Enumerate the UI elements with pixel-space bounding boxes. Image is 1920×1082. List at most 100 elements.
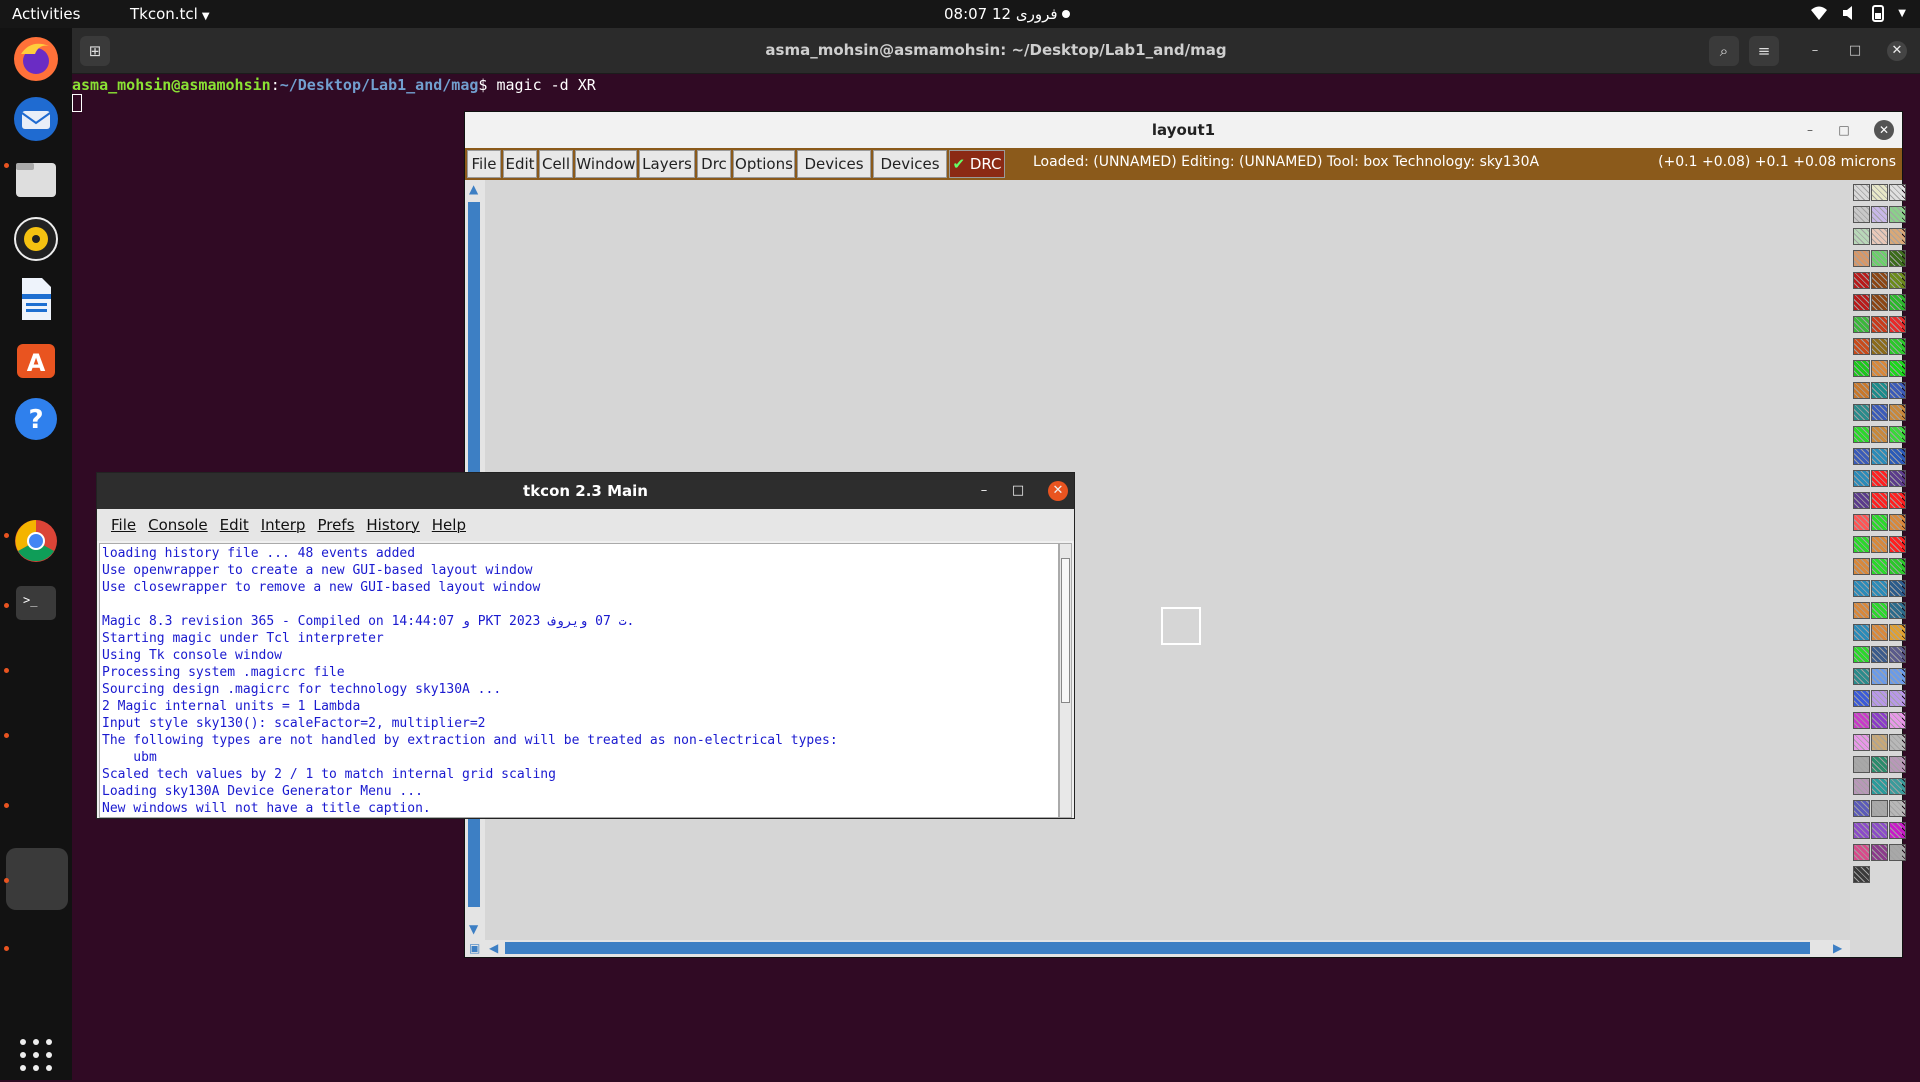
layer-swatch[interactable]	[1853, 536, 1870, 553]
layer-swatch[interactable]	[1871, 712, 1888, 729]
layer-swatch[interactable]	[1889, 646, 1906, 663]
layer-swatch[interactable]	[1853, 338, 1870, 355]
tkcon-console-output[interactable]: loading history file ... 48 events added…	[99, 543, 1059, 818]
minimize-button[interactable]: –	[974, 481, 994, 501]
thunderbird-icon[interactable]	[11, 94, 61, 144]
terminal-prompt-line[interactable]: asma_mohsin@asmamohsin:~/Desktop/Lab1_an…	[72, 76, 596, 94]
menu-layers[interactable]: Layers	[639, 150, 695, 178]
layer-swatch[interactable]	[1889, 316, 1906, 333]
layer-swatch[interactable]	[1871, 426, 1888, 443]
layer-swatch[interactable]	[1889, 514, 1906, 531]
rhythmbox-icon[interactable]	[11, 214, 61, 264]
layer-swatch[interactable]	[1889, 668, 1906, 685]
layer-swatch[interactable]	[1871, 228, 1888, 245]
layer-swatch[interactable]	[1853, 800, 1870, 817]
layer-swatch[interactable]	[1889, 272, 1906, 289]
minimize-button[interactable]: –	[1800, 120, 1820, 140]
layer-swatch[interactable]	[1853, 448, 1870, 465]
layer-swatch[interactable]	[1889, 624, 1906, 641]
layer-swatch[interactable]	[1853, 470, 1870, 487]
layer-swatch[interactable]	[1871, 382, 1888, 399]
horizontal-scrollbar[interactable]: ▣ ◀ ▶	[465, 940, 1850, 957]
layer-swatch[interactable]	[1871, 316, 1888, 333]
layer-swatch[interactable]	[1871, 756, 1888, 773]
layer-swatch[interactable]	[1871, 822, 1888, 839]
layer-swatch[interactable]	[1871, 206, 1888, 223]
layout-title-bar[interactable]: layout1 – □ ✕	[465, 112, 1902, 148]
tkcon-title-bar[interactable]: tkcon 2.3 Main – □ ✕	[97, 473, 1074, 509]
menu-devices-1[interactable]: Devices 1	[797, 150, 871, 199]
layer-swatch[interactable]	[1889, 558, 1906, 575]
close-button[interactable]: ✕	[1048, 481, 1068, 501]
layer-swatch[interactable]	[1889, 602, 1906, 619]
layer-swatch[interactable]	[1889, 294, 1906, 311]
arrow-right-icon[interactable]: ▶	[1833, 941, 1842, 955]
layer-swatch[interactable]	[1871, 624, 1888, 641]
layer-swatch[interactable]	[1853, 866, 1870, 883]
layer-swatch[interactable]	[1871, 404, 1888, 421]
box-tool-selection[interactable]	[1161, 607, 1201, 645]
layer-swatch[interactable]	[1871, 602, 1888, 619]
layer-swatch[interactable]	[1853, 778, 1870, 795]
layer-swatch[interactable]	[1889, 536, 1906, 553]
menu-options[interactable]: Options	[733, 150, 795, 178]
layer-swatch[interactable]	[1853, 602, 1870, 619]
maximize-button[interactable]: □	[1834, 120, 1854, 140]
layer-swatch[interactable]	[1889, 228, 1906, 245]
layer-swatch[interactable]	[1853, 580, 1870, 597]
layer-swatch[interactable]	[1853, 822, 1870, 839]
layer-swatch[interactable]	[1889, 404, 1906, 421]
layer-swatch[interactable]	[1871, 536, 1888, 553]
layer-swatch[interactable]	[1889, 360, 1906, 377]
layer-swatch[interactable]	[1853, 844, 1870, 861]
menu-edit[interactable]: Edit	[503, 150, 537, 178]
menu-prefs[interactable]: Prefs	[311, 516, 360, 534]
layer-swatch[interactable]	[1871, 250, 1888, 267]
maximize-button[interactable]: □	[1845, 41, 1865, 61]
layer-swatch[interactable]	[1853, 206, 1870, 223]
layer-swatch[interactable]	[1871, 514, 1888, 531]
layer-swatch[interactable]	[1889, 734, 1906, 751]
layer-swatch[interactable]	[1853, 668, 1870, 685]
layer-swatch[interactable]	[1889, 690, 1906, 707]
blank-app-icon[interactable]	[6, 848, 68, 910]
layer-swatch[interactable]	[1853, 646, 1870, 663]
layer-swatch[interactable]	[1853, 360, 1870, 377]
layer-swatch[interactable]	[1853, 404, 1870, 421]
layer-swatch[interactable]	[1853, 514, 1870, 531]
menu-help[interactable]: Help	[426, 516, 472, 534]
menu-console[interactable]: Console	[142, 516, 214, 534]
menu-cell[interactable]: Cell	[539, 150, 573, 178]
layer-swatch[interactable]	[1853, 382, 1870, 399]
layer-swatch[interactable]	[1853, 756, 1870, 773]
clock[interactable]: فروری 12 08:07	[944, 5, 1058, 23]
files-icon[interactable]	[11, 154, 61, 204]
layer-swatch[interactable]	[1871, 690, 1888, 707]
layer-swatch[interactable]	[1871, 734, 1888, 751]
system-tray[interactable]: ▼	[1810, 4, 1906, 22]
vertical-scrollbar[interactable]	[1059, 543, 1072, 818]
layer-swatch[interactable]	[1889, 778, 1906, 795]
menu-edit[interactable]: Edit	[214, 516, 255, 534]
layer-swatch[interactable]	[1853, 690, 1870, 707]
layer-swatch[interactable]	[1871, 338, 1888, 355]
layer-swatch[interactable]	[1853, 250, 1870, 267]
layer-swatch[interactable]	[1889, 492, 1906, 509]
layer-swatch[interactable]	[1871, 558, 1888, 575]
layer-swatch[interactable]	[1871, 272, 1888, 289]
layer-swatch[interactable]	[1889, 426, 1906, 443]
close-button[interactable]: ✕	[1874, 120, 1894, 140]
layer-swatch[interactable]	[1889, 470, 1906, 487]
terminal-icon[interactable]: >_	[11, 578, 61, 628]
layer-swatch[interactable]	[1853, 426, 1870, 443]
layer-swatch[interactable]	[1889, 580, 1906, 597]
drc-toggle[interactable]: ✔ DRC	[949, 150, 1005, 178]
arrow-down-icon[interactable]: ▼	[469, 922, 478, 936]
layer-swatch[interactable]	[1889, 822, 1906, 839]
layer-swatch[interactable]	[1871, 360, 1888, 377]
layer-swatch[interactable]	[1871, 492, 1888, 509]
layer-swatch[interactable]	[1889, 338, 1906, 355]
hamburger-menu-button[interactable]: ≡	[1749, 36, 1779, 66]
layer-swatch[interactable]	[1889, 844, 1906, 861]
layer-swatch[interactable]	[1871, 668, 1888, 685]
